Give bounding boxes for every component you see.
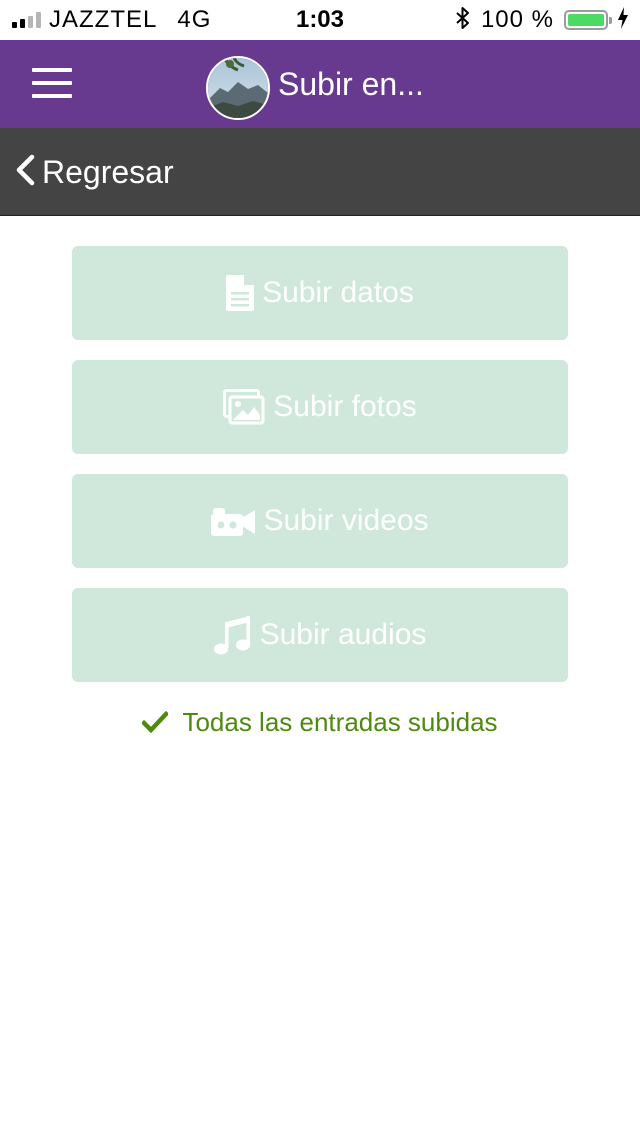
battery-percentage: 100 % [480,6,554,33]
upload-status-message: Todas las entradas subidas [0,700,640,744]
upload-audios-button[interactable]: Subir audios [72,588,568,682]
upload-audios-label: Subir audios [259,618,427,651]
upload-photos-label: Subir fotos [273,390,417,423]
status-right: 100 % [455,0,628,40]
status-bar: JAZZTEL 4G 1:03 100 % [0,0,640,40]
page-title: Subir en... [278,66,424,102]
upload-data-button[interactable]: Subir datos [72,246,568,340]
upload-videos-button[interactable]: Subir videos [72,474,568,568]
checkmark-icon [142,711,169,733]
hamburger-menu-icon[interactable] [32,68,72,100]
bluetooth-icon [455,6,471,35]
chevron-left-icon [14,154,36,191]
navigation-bar: Regresar [0,128,640,216]
battery-level [568,14,604,26]
document-icon [226,275,255,311]
project-avatar [206,56,270,120]
battery-icon [564,10,612,30]
back-label: Regresar [42,153,174,190]
upload-videos-label: Subir videos [263,504,429,537]
upload-status-text: Todas las entradas subidas [182,706,498,737]
music-note-icon [213,614,252,656]
charging-icon [618,6,628,34]
back-button[interactable]: Regresar [14,128,174,216]
upload-data-label: Subir datos [262,276,414,309]
upload-photos-button[interactable]: Subir fotos [72,360,568,454]
video-camera-icon [211,504,256,538]
app-bar: Subir en... [0,40,640,128]
images-icon [223,389,265,425]
